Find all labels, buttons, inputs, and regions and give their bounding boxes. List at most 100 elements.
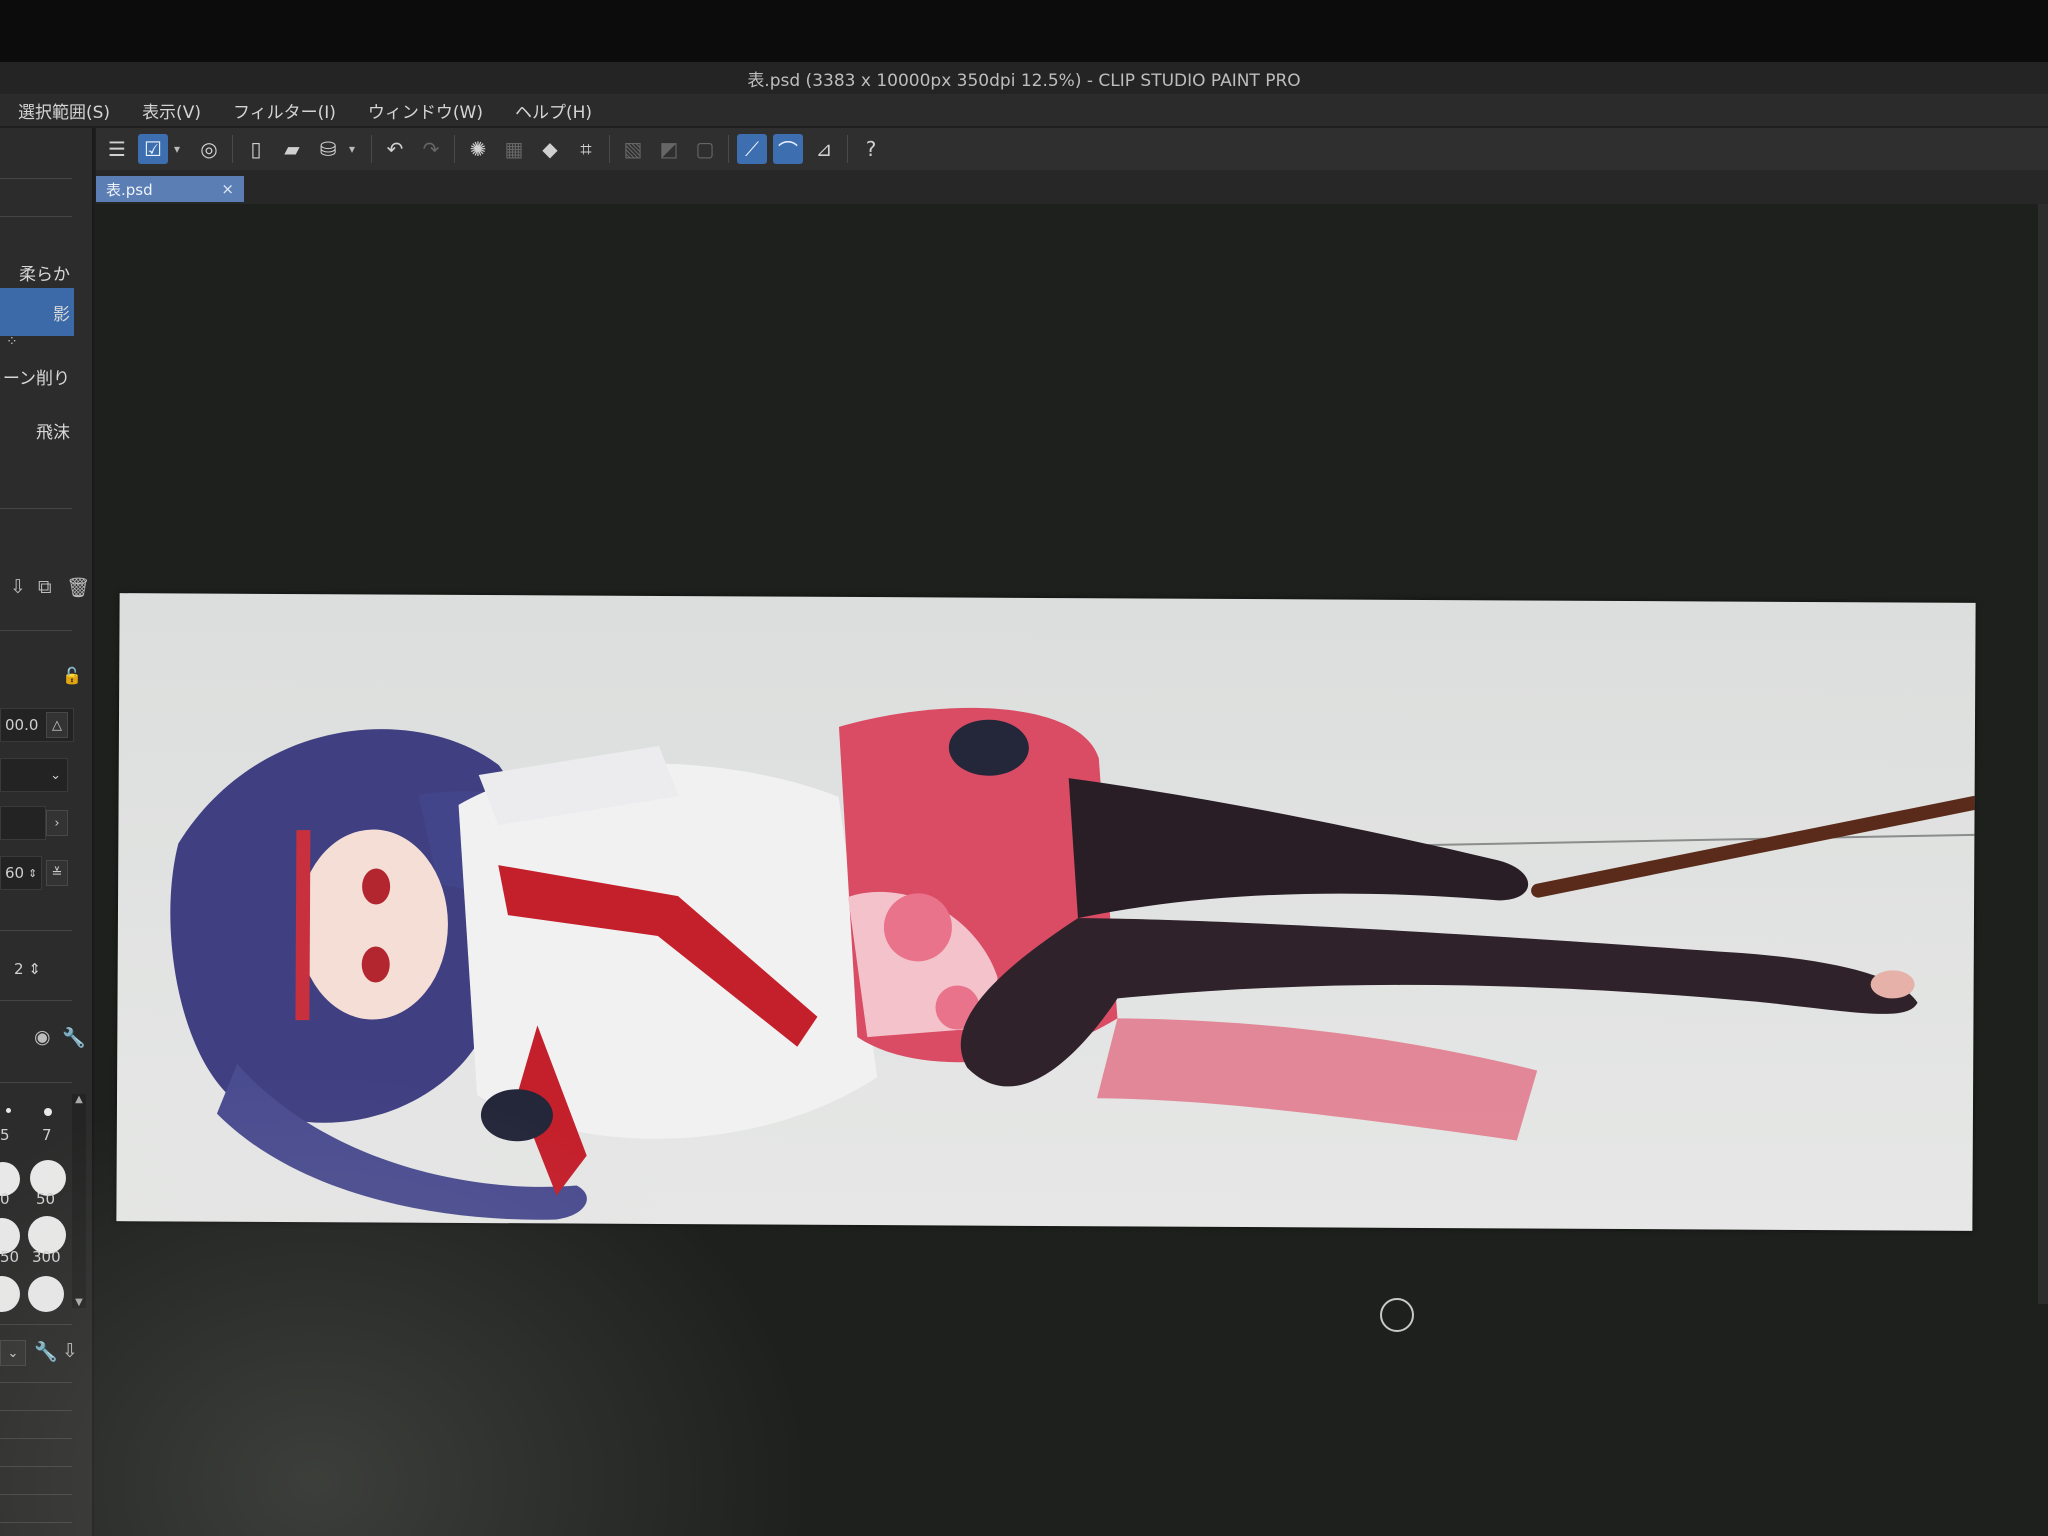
close-icon[interactable]: ×: [221, 180, 234, 198]
texture-field[interactable]: [0, 806, 46, 840]
wrench-icon[interactable]: 🔧: [62, 1026, 86, 1049]
subtool-tone-scrape[interactable]: トーン削り: [0, 352, 74, 400]
panel-divider: [0, 1082, 72, 1083]
undo-icon[interactable]: ↶: [380, 134, 410, 164]
panel-divider: [0, 1410, 72, 1411]
panel-divider: [0, 930, 72, 931]
canvas-artwork[interactable]: [116, 593, 1976, 1231]
snap-ruler-icon[interactable]: ⟋: [737, 134, 767, 164]
panel-divider: [0, 508, 72, 509]
left-tool-panel: 柔らか 影 ⁘ トーン削り 飛沫 ⇩ ⧉ 🗑 🔓 00.0 ⇕ △ ⌄ › 60…: [0, 128, 94, 1536]
selection-border-icon[interactable]: ▢: [690, 134, 720, 164]
brush-size-preview[interactable]: [6, 1108, 11, 1113]
menu-window[interactable]: ウィンドウ(W): [368, 98, 483, 123]
redo-icon[interactable]: ↷: [416, 134, 446, 164]
brush-size-label: 7: [42, 1126, 52, 1144]
crop-transform-icon[interactable]: ⌗: [571, 134, 601, 164]
title-bar: 表.psd (3383 x 10000px 350dpi 12.5%) - CL…: [0, 62, 2048, 94]
menu-help[interactable]: ヘルプ(H): [515, 98, 592, 123]
menu-select[interactable]: 選択範囲(S): [18, 98, 110, 123]
brush-size-label: 50: [0, 1248, 20, 1266]
toolbar-divider: [371, 135, 372, 163]
clip-studio-icon[interactable]: ◎: [194, 134, 224, 164]
chevron-up-icon[interactable]: ▲: [72, 1094, 86, 1105]
save-icon[interactable]: ⛁: [313, 134, 343, 164]
trash-icon[interactable]: 🗑: [66, 576, 90, 599]
menu-bar: 選択範囲(S) 表示(V) フィルター(I) ウィンドウ(W) ヘルプ(H): [0, 94, 2048, 126]
panel-divider: [0, 1000, 72, 1001]
loading-spinner-icon[interactable]: ✺: [463, 134, 493, 164]
hamburger-menu-icon[interactable]: ☰: [102, 134, 132, 164]
chevron-down-icon[interactable]: ⌄: [50, 768, 61, 783]
panel-divider: [0, 178, 72, 179]
brush-size-label: 5: [0, 1126, 10, 1144]
invert-selection-icon[interactable]: ◩: [654, 134, 684, 164]
stepper-icon[interactable]: ⇕: [28, 867, 37, 880]
subtool-label: 柔らか: [19, 264, 70, 285]
toolbar-divider: [232, 135, 233, 163]
chevron-right-icon[interactable]: ›: [46, 810, 68, 836]
density-field[interactable]: 60 ⇕: [0, 856, 42, 890]
brush-size-preview[interactable]: [28, 1276, 64, 1312]
chevron-down-icon[interactable]: ▾: [174, 142, 186, 156]
panel-divider: [0, 1494, 72, 1495]
density-value: 60: [5, 864, 25, 882]
wrench-icon[interactable]: 🔧: [34, 1340, 58, 1363]
panel-divider: [0, 216, 72, 217]
menu-filter[interactable]: フィルター(I): [233, 98, 336, 123]
subtool-label: 飛沫: [36, 422, 70, 443]
brush-size-label: 0: [0, 1190, 10, 1208]
fill-bucket-icon[interactable]: ◆: [535, 134, 565, 164]
panel-divider: [0, 1382, 72, 1383]
download-icon[interactable]: ⇩: [62, 1340, 78, 1362]
blend-dropdown[interactable]: ⌄: [0, 758, 68, 792]
panel-divider: [0, 1466, 72, 1467]
clear-icon[interactable]: ▦: [499, 134, 529, 164]
edit-check-icon[interactable]: ☑: [138, 134, 168, 164]
panel-divider: [0, 630, 72, 631]
toolbar-divider: [847, 135, 848, 163]
chevron-down-icon[interactable]: ▼: [72, 1297, 86, 1308]
brush-cursor: [1380, 1298, 1414, 1332]
deselect-icon[interactable]: ▧: [618, 134, 648, 164]
document-tab-strip: 表.psd ×: [96, 170, 2048, 204]
toolbar-divider: [728, 135, 729, 163]
window-title: 表.psd (3383 x 10000px 350dpi 12.5%) - CL…: [747, 70, 1301, 91]
panel-divider: [0, 1324, 72, 1325]
subtool-spray[interactable]: 飛沫: [0, 406, 74, 454]
chevron-down-icon[interactable]: ⌄: [0, 1340, 26, 1366]
app-window: 表.psd (3383 x 10000px 350dpi 12.5%) - CL…: [0, 62, 2048, 1536]
subtool-label: 影: [53, 304, 70, 325]
panel-divider: [0, 1522, 72, 1523]
tab-document[interactable]: 表.psd ×: [96, 176, 244, 202]
illustration-image: [170, 707, 1976, 1220]
subtool-label: トーン削り: [0, 368, 70, 389]
brush-size-preview[interactable]: [0, 1276, 20, 1312]
brush-size-label: 50: [36, 1190, 56, 1208]
import-subtool-icon[interactable]: ⇩: [10, 576, 26, 598]
toolbar-divider: [609, 135, 610, 163]
stepper-value[interactable]: 2 ⇕: [14, 960, 41, 978]
snap-grid-icon[interactable]: ⊿: [809, 134, 839, 164]
menu-view[interactable]: 表示(V): [142, 98, 201, 123]
size-list-scrollbar[interactable]: ▲ ▼: [72, 1094, 86, 1308]
duplicate-subtool-icon[interactable]: ⧉: [38, 576, 52, 598]
help-question-icon[interactable]: ?: [856, 134, 886, 164]
lock-icon[interactable]: 🔓: [62, 666, 82, 685]
reset-icon[interactable]: ◉: [34, 1026, 51, 1048]
brush-size-preview[interactable]: [44, 1108, 52, 1116]
subtool-shadow[interactable]: 影: [0, 288, 74, 336]
new-document-icon[interactable]: ▯: [241, 134, 271, 164]
open-folder-icon[interactable]: ▰: [277, 134, 307, 164]
panel-divider: [0, 1438, 72, 1439]
brush-size-value: 00.0: [5, 716, 39, 734]
density-pressure-icon[interactable]: ≚: [46, 860, 68, 886]
snap-special-ruler-icon[interactable]: ⌒: [773, 134, 803, 164]
pressure-triangle-icon[interactable]: △: [46, 712, 68, 738]
chevron-down-icon[interactable]: ▾: [349, 142, 361, 156]
command-bar: ☰ ☑ ▾ ◎ ▯ ▰ ⛁ ▾ ↶ ↷ ✺ ▦ ◆ ⌗ ▧ ◩ ▢ ⟋ ⌒ ⊿ …: [96, 128, 2048, 170]
stepper-number: 2: [14, 960, 24, 978]
toolbar-divider: [454, 135, 455, 163]
tab-document-label: 表.psd: [106, 180, 153, 199]
canvas-vertical-scrollbar[interactable]: [2038, 204, 2048, 1304]
